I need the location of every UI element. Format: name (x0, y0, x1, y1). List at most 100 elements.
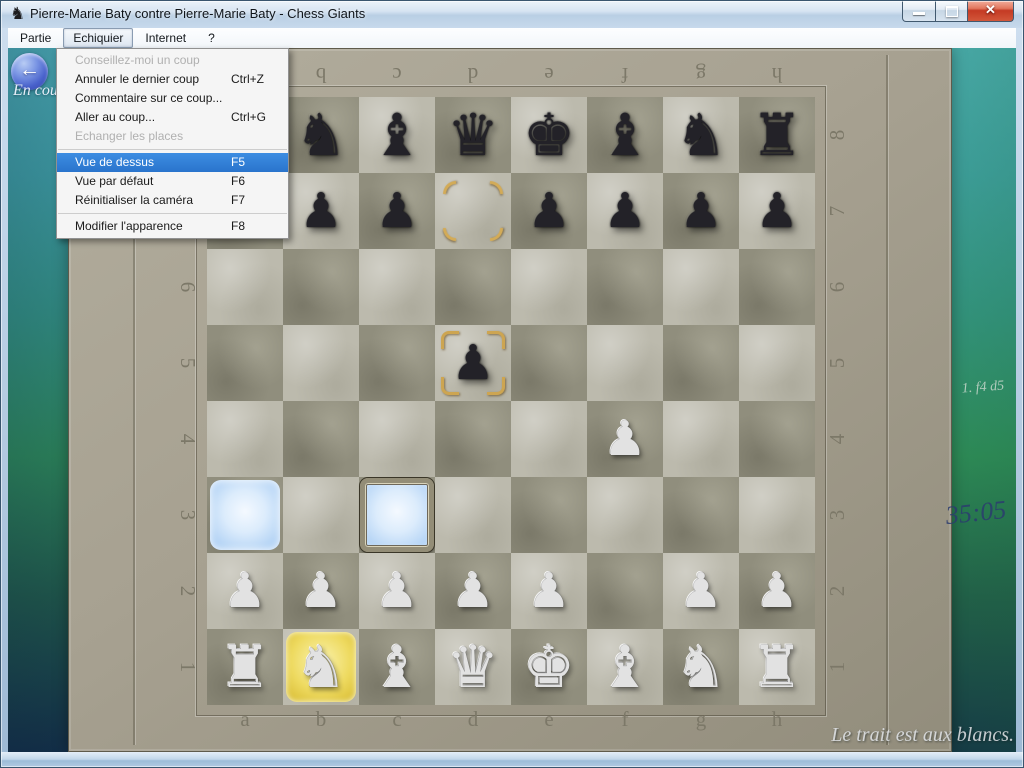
piece-white-bishop-f1[interactable]: ♝ (599, 629, 651, 705)
square-g4[interactable] (663, 401, 739, 477)
square-g6[interactable] (663, 249, 739, 325)
square-h6[interactable] (739, 249, 815, 325)
menu-item-modifier-l-apparence[interactable]: Modifier l'apparence F8 (57, 217, 288, 236)
square-b7[interactable]: ♟ (283, 173, 359, 249)
square-c8[interactable]: ♝ (359, 97, 435, 173)
piece-black-pawn-g7[interactable]: ♟ (679, 173, 722, 249)
square-b4[interactable] (283, 401, 359, 477)
piece-white-knight-b1[interactable]: ♞ (295, 629, 347, 705)
piece-white-pawn-d2[interactable]: ♟ (451, 553, 494, 629)
square-c7[interactable]: ♟ (359, 173, 435, 249)
square-b6[interactable] (283, 249, 359, 325)
square-c3[interactable] (359, 477, 435, 553)
piece-black-pawn-f7[interactable]: ♟ (603, 173, 646, 249)
menu-item-reinitialiser-la-camera[interactable]: Réinitialiser la caméra F7 (57, 191, 288, 210)
menu-item-commentaire-sur-ce-coup[interactable]: Commentaire sur ce coup... (57, 89, 288, 108)
square-h8[interactable]: ♜ (739, 97, 815, 173)
square-g5[interactable] (663, 325, 739, 401)
piece-white-knight-g1[interactable]: ♞ (675, 629, 727, 705)
piece-white-rook-h1[interactable]: ♜ (751, 629, 803, 705)
titlebar[interactable]: ♞ Pierre-Marie Baty contre Pierre-Marie … (0, 0, 1024, 28)
square-b8[interactable]: ♞ (283, 97, 359, 173)
menubar-item-partie[interactable]: Partie (10, 28, 61, 48)
square-c6[interactable] (359, 249, 435, 325)
menubar-item-echiquier[interactable]: Echiquier (63, 28, 133, 48)
piece-white-king-e1[interactable]: ♚ (523, 629, 575, 705)
menubar-item-aide[interactable]: ? (198, 28, 225, 48)
square-g7[interactable]: ♟ (663, 173, 739, 249)
square-g2[interactable]: ♟ (663, 553, 739, 629)
piece-black-knight-g8[interactable]: ♞ (675, 97, 727, 173)
square-e7[interactable]: ♟ (511, 173, 587, 249)
piece-white-rook-a1[interactable]: ♜ (219, 629, 271, 705)
piece-black-pawn-c7[interactable]: ♟ (375, 173, 418, 249)
piece-black-king-e8[interactable]: ♚ (523, 97, 575, 173)
square-e3[interactable] (511, 477, 587, 553)
square-f7[interactable]: ♟ (587, 173, 663, 249)
piece-black-bishop-c8[interactable]: ♝ (371, 97, 423, 173)
menu-item-vue-de-dessus[interactable]: Vue de dessus F5 (57, 153, 288, 172)
maximize-button[interactable] (936, 0, 967, 22)
square-d4[interactable] (435, 401, 511, 477)
square-b5[interactable] (283, 325, 359, 401)
square-h1[interactable]: ♜ (739, 629, 815, 705)
square-e8[interactable]: ♚ (511, 97, 587, 173)
square-a5[interactable] (207, 325, 283, 401)
square-f4[interactable]: ♟ (587, 401, 663, 477)
piece-black-pawn-e7[interactable]: ♟ (527, 173, 570, 249)
square-a2[interactable]: ♟ (207, 553, 283, 629)
square-a6[interactable] (207, 249, 283, 325)
square-e6[interactable] (511, 249, 587, 325)
piece-black-bishop-f8[interactable]: ♝ (599, 97, 651, 173)
piece-white-pawn-c2[interactable]: ♟ (375, 553, 418, 629)
square-g8[interactable]: ♞ (663, 97, 739, 173)
menu-item-aller-au-coup[interactable]: Aller au coup... Ctrl+G (57, 108, 288, 127)
square-h3[interactable] (739, 477, 815, 553)
square-g1[interactable]: ♞ (663, 629, 739, 705)
piece-black-rook-h8[interactable]: ♜ (751, 97, 803, 173)
square-c1[interactable]: ♝ (359, 629, 435, 705)
piece-white-pawn-f4[interactable]: ♟ (603, 401, 646, 477)
square-d7[interactable] (435, 173, 511, 249)
piece-black-pawn-h7[interactable]: ♟ (755, 173, 798, 249)
square-f3[interactable] (587, 477, 663, 553)
square-h7[interactable]: ♟ (739, 173, 815, 249)
menubar-item-internet[interactable]: Internet (135, 28, 196, 48)
square-d5[interactable]: ♟ (435, 325, 511, 401)
square-d8[interactable]: ♛ (435, 97, 511, 173)
square-h2[interactable]: ♟ (739, 553, 815, 629)
square-f1[interactable]: ♝ (587, 629, 663, 705)
piece-white-pawn-e2[interactable]: ♟ (527, 553, 570, 629)
close-button[interactable]: ✕ (967, 0, 1014, 22)
piece-white-bishop-c1[interactable]: ♝ (371, 629, 423, 705)
square-e1[interactable]: ♚ (511, 629, 587, 705)
square-e2[interactable]: ♟ (511, 553, 587, 629)
minimize-button[interactable] (902, 0, 936, 22)
square-b3[interactable] (283, 477, 359, 553)
square-a1[interactable]: ♜ (207, 629, 283, 705)
square-d2[interactable]: ♟ (435, 553, 511, 629)
piece-white-queen-d1[interactable]: ♛ (447, 629, 499, 705)
square-e5[interactable] (511, 325, 587, 401)
square-c2[interactable]: ♟ (359, 553, 435, 629)
piece-white-pawn-b2[interactable]: ♟ (299, 553, 342, 629)
piece-black-knight-b8[interactable]: ♞ (295, 97, 347, 173)
square-d3[interactable] (435, 477, 511, 553)
square-e4[interactable] (511, 401, 587, 477)
square-f2[interactable] (587, 553, 663, 629)
square-c5[interactable] (359, 325, 435, 401)
square-b1[interactable]: ♞ (283, 629, 359, 705)
square-c4[interactable] (359, 401, 435, 477)
square-b2[interactable]: ♟ (283, 553, 359, 629)
square-f8[interactable]: ♝ (587, 97, 663, 173)
piece-white-pawn-g2[interactable]: ♟ (679, 553, 722, 629)
square-f6[interactable] (587, 249, 663, 325)
square-a4[interactable] (207, 401, 283, 477)
square-f5[interactable] (587, 325, 663, 401)
menu-item-vue-par-defaut[interactable]: Vue par défaut F6 (57, 172, 288, 191)
piece-white-pawn-a2[interactable]: ♟ (223, 553, 266, 629)
square-d1[interactable]: ♛ (435, 629, 511, 705)
square-h4[interactable] (739, 401, 815, 477)
piece-black-queen-d8[interactable]: ♛ (447, 97, 499, 173)
square-a3[interactable] (207, 477, 283, 553)
